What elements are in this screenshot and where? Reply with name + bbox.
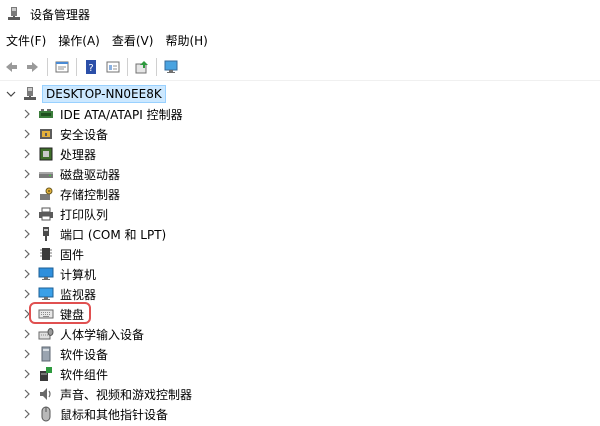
security-device-icon <box>40 129 52 139</box>
processor-icon <box>39 147 53 161</box>
window-title: 设备管理器 <box>30 7 91 22</box>
tree-item-label: IDE ATA/ATAPI 控制器 <box>60 107 183 122</box>
toolbar-separator <box>76 58 77 76</box>
scan-hardware-button[interactable] <box>160 56 182 78</box>
tree-item-label: 磁盘驱动器 <box>60 167 121 182</box>
tree-root[interactable]: DESKTOP-NN0EE8K <box>6 84 166 104</box>
tree-item[interactable]: IDE ATA/ATAPI 控制器 <box>22 104 183 124</box>
firmware-icon <box>40 248 52 260</box>
tree-item-label: 软件组件 <box>60 367 109 382</box>
properties-button[interactable] <box>51 56 73 78</box>
chevron-right-icon[interactable] <box>22 149 32 159</box>
monitor-icon <box>38 287 54 300</box>
hid-icon <box>38 328 54 340</box>
computer-icon <box>38 267 54 280</box>
sound-icon <box>40 388 51 400</box>
menu-action[interactable]: 操作(A) <box>52 31 106 51</box>
ide-controller-icon <box>39 109 53 118</box>
help-icon: ? <box>86 60 96 74</box>
mouse-icon <box>41 406 51 422</box>
chevron-right-icon[interactable] <box>22 209 32 219</box>
port-icon <box>43 227 49 241</box>
tree-item[interactable]: 软件组件 <box>22 364 108 384</box>
tree-item-label: 声音、视频和游戏控制器 <box>60 387 193 402</box>
scan-hardware-icon <box>164 60 178 73</box>
chevron-right-icon[interactable] <box>22 329 32 339</box>
tree-item[interactable]: 打印队列 <box>22 204 108 224</box>
chevron-right-icon[interactable] <box>22 369 32 379</box>
software-component-icon <box>40 367 52 381</box>
chevron-right-icon[interactable] <box>22 409 32 419</box>
toolbar: ? <box>0 54 600 81</box>
menu-help[interactable]: 帮助(H) <box>159 31 213 51</box>
chevron-right-icon[interactable] <box>22 229 32 239</box>
chevron-right-icon[interactable] <box>22 129 32 139</box>
software-device-icon <box>41 346 51 362</box>
storage-controller-icon <box>40 187 53 200</box>
tree-item-label: 鼠标和其他指针设备 <box>60 407 169 422</box>
tree-item[interactable]: 安全设备 <box>22 124 108 144</box>
back-button[interactable] <box>0 56 22 78</box>
tree-item-label: 端口 (COM 和 LPT) <box>60 227 167 242</box>
back-icon <box>6 62 17 72</box>
chevron-right-icon[interactable] <box>22 289 32 299</box>
highlight-box <box>29 302 91 324</box>
menu-view[interactable]: 查看(V) <box>106 31 160 51</box>
tree-item[interactable]: 存储控制器 <box>22 184 120 204</box>
tree-item-label: 软件设备 <box>60 347 109 362</box>
chevron-right-icon[interactable] <box>22 269 32 279</box>
chevron-right-icon[interactable] <box>22 189 32 199</box>
menu-file[interactable]: 文件(F) <box>0 31 52 51</box>
update-driver-button[interactable] <box>131 56 153 78</box>
menu-bar: 文件(F) 操作(A) 查看(V) 帮助(H) <box>0 31 600 51</box>
tree-item[interactable]: 端口 (COM 和 LPT) <box>22 224 166 244</box>
chevron-right-icon[interactable] <box>22 109 32 119</box>
title-bar: 设备管理器 <box>0 0 600 28</box>
tree-item-label: 安全设备 <box>60 127 109 142</box>
chevron-right-icon[interactable] <box>22 389 32 399</box>
tree-item[interactable]: 固件 <box>22 244 84 264</box>
tree-item[interactable]: 监视器 <box>22 284 96 304</box>
tree-item-label: 固件 <box>60 247 85 262</box>
tree-item-label: 打印队列 <box>60 207 109 222</box>
tree-item[interactable]: 处理器 <box>22 144 96 164</box>
chevron-right-icon[interactable] <box>22 169 32 179</box>
toolbar-separator <box>47 58 48 76</box>
device-manager-icon <box>8 7 20 20</box>
help-button[interactable]: ? <box>80 56 102 78</box>
tree-item[interactable]: 人体学输入设备 <box>22 324 144 344</box>
toolbar-separator <box>156 58 157 76</box>
tree-item[interactable]: 计算机 <box>22 264 96 284</box>
properties-icon <box>55 61 69 73</box>
printer-icon <box>39 207 53 221</box>
computer-root-icon <box>24 87 36 100</box>
update-driver-icon <box>135 61 148 74</box>
view-icon <box>106 61 120 73</box>
tree-item-label: 人体学输入设备 <box>60 327 145 342</box>
tree-item-label: 计算机 <box>60 267 97 282</box>
tree-item[interactable]: 鼠标和其他指针设备 <box>22 404 168 424</box>
toolbar-separator <box>127 58 128 76</box>
tree-item[interactable]: 磁盘驱动器 <box>22 164 120 184</box>
forward-icon <box>27 62 38 72</box>
chevron-down-icon[interactable] <box>6 89 16 99</box>
tree-item-label: 监视器 <box>60 287 97 302</box>
forward-button[interactable] <box>22 56 44 78</box>
disk-drive-icon <box>39 172 53 178</box>
chevron-right-icon[interactable] <box>22 249 32 259</box>
chevron-right-icon[interactable] <box>22 349 32 359</box>
tree-item[interactable]: 声音、视频和游戏控制器 <box>22 384 192 404</box>
svg-text:?: ? <box>88 63 93 74</box>
tree-root-label: DESKTOP-NN0EE8K <box>42 85 166 103</box>
tree-item-label: 处理器 <box>60 147 97 162</box>
tree-item-label: 存储控制器 <box>60 187 121 202</box>
view-button[interactable] <box>102 56 124 78</box>
tree-item[interactable]: 软件设备 <box>22 344 108 364</box>
